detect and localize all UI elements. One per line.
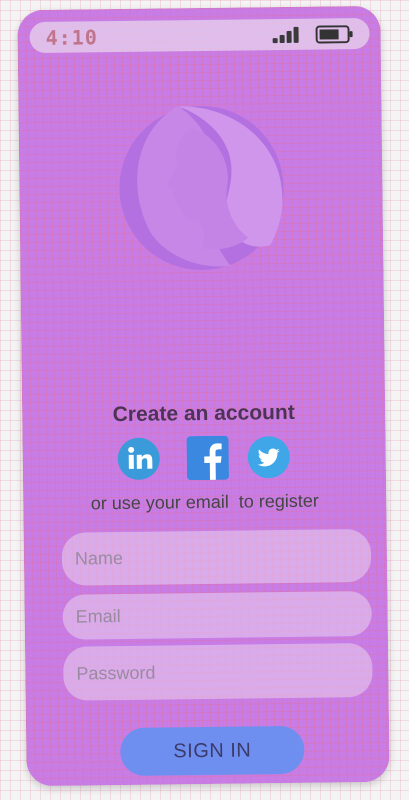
name-field[interactable] (61, 528, 372, 586)
facebook-icon[interactable] (186, 435, 229, 481)
phone-screen: 4:10 Create an account or use your email… (17, 5, 390, 787)
linkedin-icon[interactable] (116, 437, 161, 482)
signal-strength-icon (272, 26, 304, 44)
sign-in-button[interactable]: SIGN IN (120, 725, 305, 777)
battery-icon (315, 25, 353, 44)
twitter-icon[interactable] (246, 435, 291, 480)
password-field[interactable] (63, 642, 373, 701)
status-bar: 4:10 (29, 17, 370, 54)
woman-profile-logo (119, 106, 284, 271)
email-field[interactable] (62, 590, 372, 640)
register-subtitle: or use your email to register (90, 490, 319, 514)
status-time: 4:10 (45, 25, 98, 50)
page-title: Create an account (112, 400, 295, 427)
